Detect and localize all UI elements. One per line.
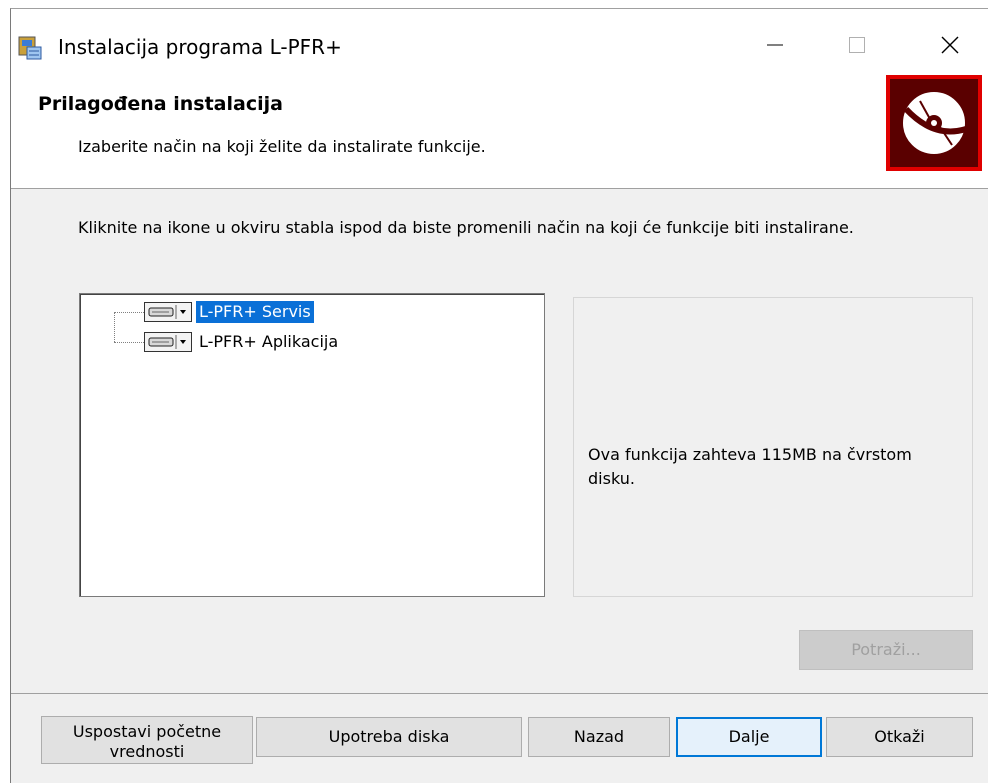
maximize-button[interactable] bbox=[829, 23, 883, 67]
tree-item-servis[interactable]: L-PFR+ Servis bbox=[144, 301, 314, 323]
page-subtitle: Izaberite način na koji želite da instal… bbox=[78, 137, 486, 156]
minimize-button[interactable] bbox=[747, 23, 801, 67]
cancel-button[interactable]: Otkaži bbox=[826, 717, 973, 757]
header-banner: Prilagođena instalacija Izaberite način … bbox=[11, 73, 988, 189]
back-button[interactable]: Nazad bbox=[528, 717, 670, 757]
window-title: Instalacija programa L-PFR+ bbox=[58, 35, 342, 59]
browse-button[interactable]: Potraži... bbox=[799, 630, 973, 670]
feature-tree[interactable]: L-PFR+ Servis L-PFR+ Aplikacija bbox=[79, 293, 545, 597]
close-icon bbox=[941, 36, 959, 54]
hard-drive-icon bbox=[148, 335, 186, 349]
tree-connector bbox=[114, 312, 115, 342]
disk-logo bbox=[886, 75, 982, 171]
tree-item-label[interactable]: L-PFR+ Aplikacija bbox=[196, 331, 341, 353]
feature-description: Ova funkcija zahteva 115MB na čvrstom di… bbox=[588, 445, 912, 488]
title-bar[interactable]: Instalacija programa L-PFR+ bbox=[11, 9, 988, 73]
hard-drive-icon bbox=[148, 305, 186, 319]
installer-window: Instalacija programa L-PFR+ Prilagođena … bbox=[10, 8, 988, 783]
footer-separator bbox=[11, 693, 988, 694]
instructions-text: Kliknite na ikone u okviru stabla ispod … bbox=[78, 218, 854, 237]
reset-button[interactable]: Uspostavi početne vrednosti bbox=[41, 716, 253, 764]
maximize-icon bbox=[849, 37, 865, 53]
page-title: Prilagođena instalacija bbox=[38, 93, 283, 115]
tree-connector bbox=[114, 342, 144, 343]
disk-usage-button[interactable]: Upotreba diska bbox=[256, 717, 522, 757]
next-button[interactable]: Dalje bbox=[676, 717, 822, 757]
tree-connector bbox=[114, 312, 144, 313]
disk-icon bbox=[890, 79, 978, 167]
feature-state-dropdown[interactable] bbox=[144, 302, 192, 322]
tree-item-aplikacija[interactable]: L-PFR+ Aplikacija bbox=[144, 331, 341, 353]
minimize-icon bbox=[767, 44, 783, 46]
installer-app-icon bbox=[18, 36, 42, 60]
feature-state-dropdown[interactable] bbox=[144, 332, 192, 352]
tree-item-label[interactable]: L-PFR+ Servis bbox=[196, 301, 314, 323]
feature-description-panel: Ova funkcija zahteva 115MB na čvrstom di… bbox=[573, 297, 973, 597]
close-button[interactable] bbox=[923, 23, 977, 67]
